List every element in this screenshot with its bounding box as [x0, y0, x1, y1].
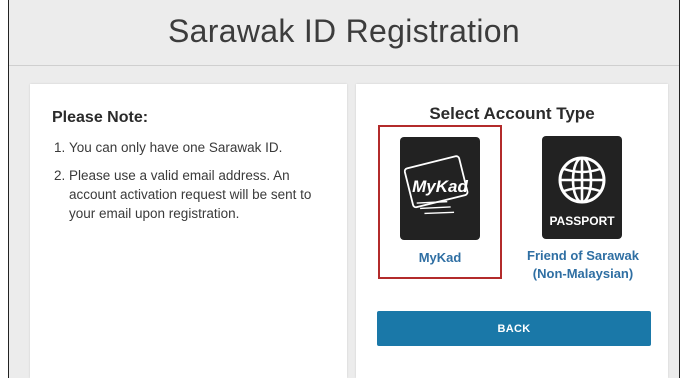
registration-frame: Sarawak ID Registration Please Note: 1. …	[8, 0, 680, 378]
friend-of-sarawak-label-line2: (Non-Malaysian)	[532, 266, 634, 281]
note-panel: Please Note: 1. You can only have one Sa…	[30, 84, 347, 378]
page-title: Sarawak ID Registration	[168, 13, 520, 49]
friend-of-sarawak-label: Friend of Sarawak (Non-Malaysian)	[518, 247, 648, 283]
back-button[interactable]: BACK	[377, 311, 651, 346]
friend-of-sarawak-label-line1: Friend of Sarawak	[527, 248, 639, 263]
mykad-label: MyKad	[418, 250, 462, 265]
note-heading: Please Note:	[52, 109, 149, 126]
note-text: Please use a valid email address. An acc…	[69, 168, 312, 221]
note-list: 1. You can only have one Sarawak ID. 2. …	[54, 138, 334, 232]
select-account-heading: Select Account Type	[429, 104, 595, 123]
passport-card-icon: PASSPORT	[542, 136, 622, 239]
mykad-icon-text: MyKad	[412, 177, 468, 196]
note-item: 2. Please use a valid email address. An …	[54, 166, 334, 223]
passport-icon-text: PASSPORT	[549, 214, 615, 228]
note-number: 1.	[54, 140, 66, 155]
mykad-card-icon: MyKad	[400, 137, 480, 240]
globe-icon: PASSPORT	[549, 156, 615, 228]
mykad-option[interactable]: MyKad MyKad	[378, 125, 502, 279]
account-type-panel: Select Account Type MyKad MyKad PASSPORT…	[356, 84, 668, 378]
note-item: 1. You can only have one Sarawak ID.	[54, 138, 334, 157]
mykad-card-graphic: MyKad	[403, 155, 468, 215]
title-divider	[9, 65, 679, 66]
note-text: You can only have one Sarawak ID.	[69, 140, 283, 155]
friend-of-sarawak-option[interactable]: PASSPORT Friend of Sarawak (Non-Malaysia…	[518, 131, 648, 291]
note-number: 2.	[54, 168, 66, 183]
